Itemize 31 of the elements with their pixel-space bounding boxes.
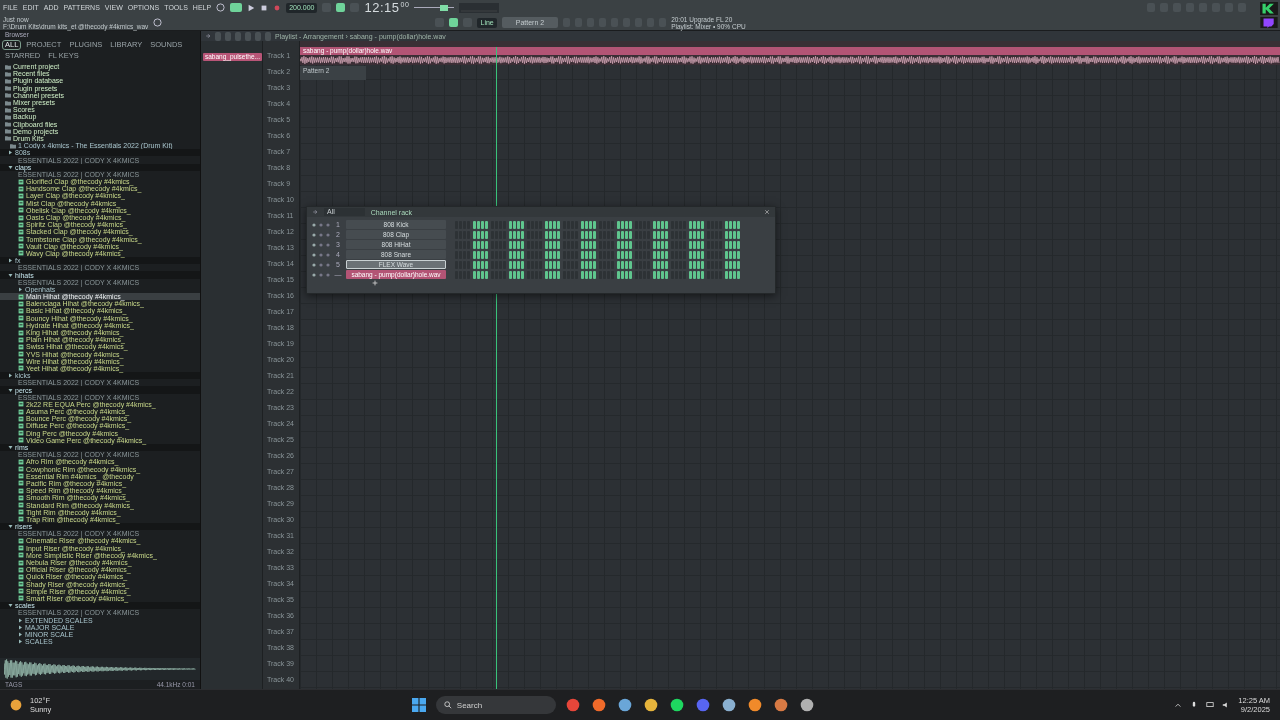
- close-icon[interactable]: [764, 209, 770, 215]
- search-field[interactable]: Search: [435, 696, 556, 714]
- knob-icon: [216, 3, 226, 12]
- expand-icon[interactable]: [8, 272, 13, 278]
- add-channel-icon[interactable]: [372, 280, 378, 286]
- sun-icon: [10, 699, 22, 711]
- pattern-song-toggle[interactable]: [230, 3, 243, 12]
- knob-icon: [153, 18, 163, 27]
- arrow-icon[interactable]: [205, 33, 211, 39]
- arrow-icon[interactable]: [312, 209, 318, 215]
- wait-button[interactable]: [336, 3, 346, 12]
- volume-slider[interactable]: [414, 3, 455, 12]
- expand-icon[interactable]: [8, 387, 13, 393]
- expand-icon[interactable]: [8, 524, 13, 530]
- expand-icon[interactable]: [8, 164, 13, 170]
- expand-icon[interactable]: [8, 258, 13, 264]
- stop-icon[interactable]: [260, 3, 269, 12]
- start-icon[interactable]: [409, 696, 428, 714]
- search-icon: [443, 701, 452, 709]
- expand-icon[interactable]: [8, 603, 13, 609]
- expand-icon[interactable]: [8, 445, 13, 451]
- expand-icon[interactable]: [18, 639, 23, 645]
- expand-icon[interactable]: [18, 286, 23, 292]
- expand-icon[interactable]: [18, 617, 23, 623]
- slider-thumb[interactable]: [440, 4, 449, 11]
- expand-icon[interactable]: [8, 150, 13, 156]
- play-icon[interactable]: [247, 3, 256, 12]
- chevron-up-icon[interactable]: [1174, 701, 1183, 709]
- record-icon[interactable]: [273, 3, 282, 12]
- expand-icon[interactable]: [8, 373, 13, 379]
- monitor-icon[interactable]: [1206, 701, 1215, 709]
